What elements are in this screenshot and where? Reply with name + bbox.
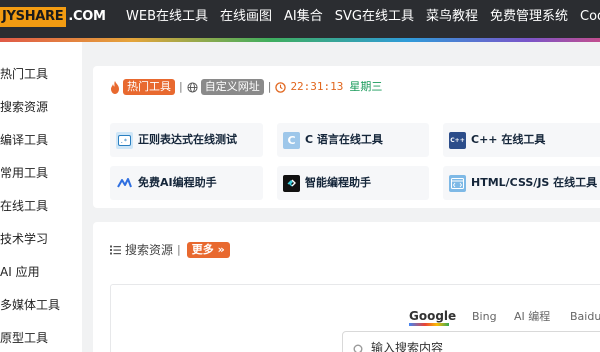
list-icon — [110, 245, 121, 255]
search-icon — [353, 344, 363, 352]
tool-label: 免费AI编程助手 — [138, 176, 217, 189]
sidebar-item-multimedia[interactable]: 多媒体工具 — [0, 297, 60, 313]
section-title: 搜索资源 — [125, 243, 174, 257]
nav-code[interactable]: Cod — [580, 8, 600, 26]
tool-html-css-js[interactable]: HTML/CSS/JS 在线工具 — [443, 166, 600, 200]
main-nav: WEB在线工具 在线画图 AI集合 SVG在线工具 菜鸟教程 免费管理系统 Co… — [126, 8, 600, 26]
smart-coding-icon — [283, 174, 300, 192]
sidebar-item-hot-tools[interactable]: 热门工具 — [0, 66, 48, 82]
hot-tools-header: 热门工具 | 自定义网址 | 22:31:13 星期三 — [110, 79, 382, 95]
sidebar: 热门工具 搜索资源 编译工具 常用工具 在线工具 技术学习 AI 应用 多媒体工… — [0, 42, 82, 352]
sidebar-item-compilers[interactable]: 编译工具 — [0, 132, 48, 148]
nav-online-drawing[interactable]: 在线画图 — [220, 8, 272, 26]
sidebar-item-ai[interactable]: AI 应用 — [0, 264, 40, 280]
nav-free-admin[interactable]: 免费管理系统 — [490, 8, 568, 26]
tool-label: C++ 在线工具 — [471, 133, 546, 146]
tool-ai-coding-assistant[interactable]: 免费AI编程助手 — [110, 166, 263, 200]
tool-label: C 语言在线工具 — [305, 133, 383, 146]
nav-svg-tools[interactable]: SVG在线工具 — [335, 8, 414, 26]
sidebar-item-online[interactable]: 在线工具 — [0, 198, 48, 214]
double-chevron-icon: » — [213, 243, 225, 256]
fire-icon — [111, 80, 119, 94]
engine-tab-ai-coding[interactable]: AI 编程 — [514, 310, 550, 324]
separator: | — [267, 80, 272, 93]
current-time: 22:31:13 — [290, 80, 344, 93]
tool-smart-coding[interactable]: 智能编程助手 — [277, 166, 429, 200]
tool-label: 正则表达式在线测试 — [138, 133, 237, 146]
tool-regex-tester[interactable]: .* 正则表达式在线测试 — [110, 123, 263, 157]
svg-text:.*: .* — [120, 138, 128, 145]
hot-tools-tag[interactable]: 热门工具 — [123, 79, 175, 95]
logo-box-text: JYSHARE — [0, 7, 67, 27]
search-box[interactable] — [342, 331, 600, 352]
more-button[interactable]: 更多 » — [186, 242, 230, 258]
globe-icon — [187, 81, 198, 93]
nav-tutorial[interactable]: 菜鸟教程 — [426, 8, 478, 26]
sidebar-item-prototype[interactable]: 原型工具 — [0, 330, 48, 346]
sidebar-item-common[interactable]: 常用工具 — [0, 165, 48, 181]
current-weekday: 星期三 — [349, 80, 383, 93]
logo-domain-text: .COM — [68, 9, 106, 24]
ai-assistant-icon — [116, 175, 133, 192]
search-resources-header: 搜索资源 | 更多 » — [110, 242, 230, 258]
engine-tab-google[interactable]: Google — [409, 309, 456, 323]
nav-web-tools[interactable]: WEB在线工具 — [126, 8, 208, 26]
rainbow-accent-strip — [0, 38, 600, 42]
tool-cpp[interactable]: C++ C++ 在线工具 — [443, 123, 600, 157]
tool-c-language[interactable]: C C 语言在线工具 — [277, 123, 429, 157]
engine-tab-bing[interactable]: Bing — [472, 310, 497, 324]
html-icon — [449, 174, 466, 192]
tool-label: HTML/CSS/JS 在线工具 — [471, 176, 598, 189]
site-logo[interactable]: JYSHARE .COM — [0, 6, 106, 28]
separator: | — [177, 243, 181, 256]
engine-tab-baidu[interactable]: Baidu — [570, 310, 600, 324]
sidebar-item-learning[interactable]: 技术学习 — [0, 231, 48, 247]
custom-url-tag[interactable]: 自定义网址 — [200, 79, 264, 95]
regex-icon: .* — [116, 131, 133, 149]
search-input[interactable] — [371, 341, 571, 352]
nav-ai-collection[interactable]: AI集合 — [284, 8, 323, 26]
sidebar-item-search[interactable]: 搜索资源 — [0, 99, 48, 115]
cpp-icon: C++ — [449, 131, 466, 149]
tool-label: 智能编程助手 — [305, 176, 371, 189]
clock-icon — [275, 81, 287, 93]
hot-tools-card: 热门工具 | 自定义网址 | 22:31:13 星期三 .* 正则表达式在线测试… — [93, 66, 600, 208]
more-label: 更多 — [191, 243, 214, 256]
separator: | — [179, 80, 183, 93]
active-engine-underline — [409, 323, 449, 326]
top-navbar: JYSHARE .COM WEB在线工具 在线画图 AI集合 SVG在线工具 菜… — [0, 0, 600, 38]
c-lang-icon: C — [283, 131, 300, 149]
